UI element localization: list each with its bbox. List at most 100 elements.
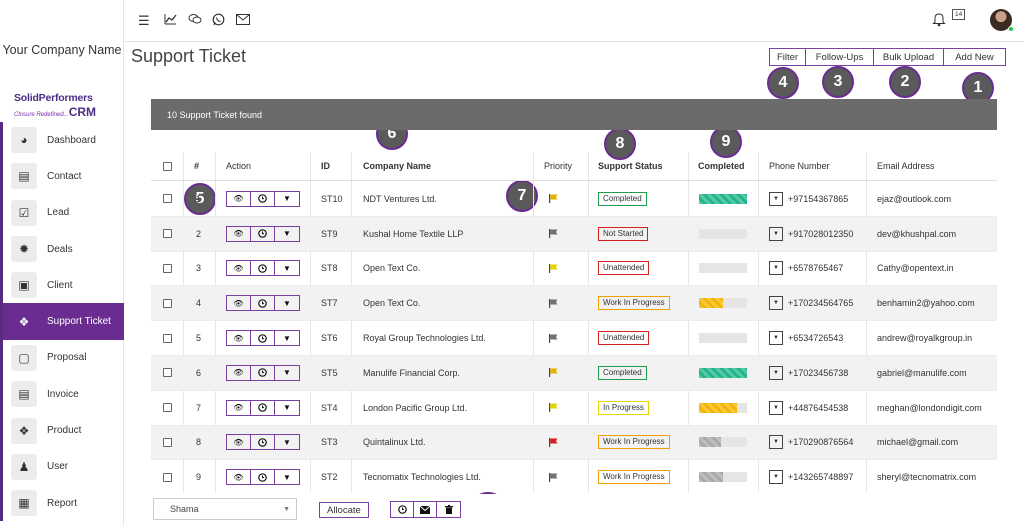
row-email[interactable]: benhamin2@yahoo.com xyxy=(877,286,975,320)
followup-clock-icon[interactable] xyxy=(251,261,275,276)
row-checkbox[interactable] xyxy=(163,182,172,216)
row-id[interactable]: ST9 xyxy=(321,217,338,251)
table-row[interactable]: 8 👁 ▼ ST3 Quintalinux Ltd. Work In Progr… xyxy=(151,425,997,461)
header-priority[interactable]: Priority xyxy=(544,161,572,171)
row-company-name[interactable]: Open Text Co. xyxy=(363,252,420,286)
row-company-name[interactable]: London Pacific Group Ltd. xyxy=(363,391,467,425)
chat-icon[interactable] xyxy=(188,13,202,28)
row-company-name[interactable]: Quintalinux Ltd. xyxy=(363,426,426,460)
row-company-name[interactable]: NDT Ventures Ltd. xyxy=(363,182,437,216)
sidebar-item-dashboard[interactable]: ◕ Dashboard xyxy=(0,122,124,159)
caret-down-icon[interactable]: ▼ xyxy=(769,261,783,276)
caret-down-icon[interactable]: ▼ xyxy=(275,470,299,484)
table-row[interactable]: 9 👁 ▼ ST2 Tecnomatix Technologies Ltd. W… xyxy=(151,460,997,496)
row-id[interactable]: ST8 xyxy=(321,252,338,286)
bulk-upload-button[interactable]: Bulk Upload xyxy=(874,48,944,66)
row-id[interactable]: ST7 xyxy=(321,286,338,320)
sidebar-item-report[interactable]: ▦ Report xyxy=(0,484,124,522)
filter-button[interactable]: Filter xyxy=(769,48,806,66)
table-row[interactable]: 5 👁 ▼ ST6 Royal Group Technologies Ltd. … xyxy=(151,321,997,356)
sidebar-item-lead[interactable]: ☑ Lead xyxy=(0,194,124,231)
row-company-name[interactable]: Kushal Home Textile LLP xyxy=(363,217,463,251)
row-id[interactable]: ST2 xyxy=(321,460,338,494)
caret-down-icon[interactable]: ▼ xyxy=(769,331,783,346)
row-id[interactable]: ST4 xyxy=(321,391,338,425)
view-eye-icon[interactable]: 👁 xyxy=(227,400,251,415)
row-id[interactable]: ST6 xyxy=(321,321,338,355)
sidebar-item-client[interactable]: ▣ Client xyxy=(0,267,124,304)
row-id[interactable]: ST3 xyxy=(321,426,338,460)
followup-clock-icon[interactable] xyxy=(391,502,414,517)
add-new-button[interactable]: Add New xyxy=(944,48,1006,66)
row-email[interactable]: meghan@londondigit.com xyxy=(877,391,982,425)
view-eye-icon[interactable]: 👁 xyxy=(227,435,251,450)
caret-down-icon[interactable]: ▼ xyxy=(769,435,783,450)
caret-down-icon[interactable]: ▼ xyxy=(275,227,299,241)
caret-down-icon[interactable]: ▼ xyxy=(769,226,783,241)
caret-down-icon[interactable]: ▼ xyxy=(769,296,783,311)
followup-clock-icon[interactable] xyxy=(251,296,275,311)
header-company-name[interactable]: Company Name xyxy=(363,161,431,171)
row-id[interactable]: ST10 xyxy=(321,182,343,216)
table-row[interactable]: 6 👁 ▼ ST5 Manulife Financial Corp. Compl… xyxy=(151,356,997,391)
header-completed[interactable]: Completed xyxy=(698,161,745,171)
row-checkbox[interactable] xyxy=(163,426,172,460)
sidebar-item-contact[interactable]: ▤ Contact xyxy=(0,158,124,195)
followup-clock-icon[interactable] xyxy=(251,470,275,485)
view-eye-icon[interactable]: 👁 xyxy=(227,296,251,311)
view-eye-icon[interactable]: 👁 xyxy=(227,331,251,346)
sidebar-item-user[interactable]: ♟ User xyxy=(0,448,124,485)
row-checkbox[interactable] xyxy=(163,391,172,425)
row-checkbox[interactable] xyxy=(163,252,172,286)
sidebar-item-support-ticket[interactable]: ❖ Support Ticket xyxy=(0,303,124,340)
sidebar-item-proposal[interactable]: ▢ Proposal xyxy=(0,339,124,377)
hamburger-menu-icon[interactable]: ☰ xyxy=(138,13,150,29)
view-eye-icon[interactable]: 👁 xyxy=(227,261,251,276)
row-email[interactable]: Cathy@opentext.in xyxy=(877,252,954,286)
sidebar-item-invoice[interactable]: ▤ Invoice xyxy=(0,376,124,413)
view-eye-icon[interactable]: 👁 xyxy=(227,226,251,241)
view-eye-icon[interactable]: 👁 xyxy=(227,191,251,206)
view-eye-icon[interactable]: 👁 xyxy=(227,470,251,485)
caret-down-icon[interactable]: ▼ xyxy=(275,366,299,380)
header-email-address[interactable]: Email Address xyxy=(877,161,935,171)
caret-down-icon[interactable]: ▼ xyxy=(769,191,783,206)
row-email[interactable]: dev@khushpal.com xyxy=(877,217,956,251)
row-email[interactable]: michael@gmail.com xyxy=(877,426,958,460)
caret-down-icon[interactable]: ▼ xyxy=(275,192,299,206)
header-support-status[interactable]: Support Status xyxy=(598,161,663,171)
notification-count-badge[interactable]: 14 xyxy=(952,9,966,20)
caret-down-icon[interactable]: ▼ xyxy=(275,435,299,449)
table-row[interactable]: 2 👁 ▼ ST9 Kushal Home Textile LLP Not St… xyxy=(151,216,997,252)
row-checkbox[interactable] xyxy=(163,321,172,355)
row-company-name[interactable]: Manulife Financial Corp. xyxy=(363,356,460,390)
view-eye-icon[interactable]: 👁 xyxy=(227,365,251,380)
table-row[interactable]: 4 👁 ▼ ST7 Open Text Co. Work In Progress… xyxy=(151,286,997,322)
allocate-button[interactable]: Allocate xyxy=(319,502,369,518)
follow-ups-button[interactable]: Follow-Ups xyxy=(806,48,874,66)
followup-clock-icon[interactable] xyxy=(251,435,275,450)
assignee-select[interactable]: Shama ▼ xyxy=(153,498,297,520)
caret-down-icon[interactable]: ▼ xyxy=(275,401,299,415)
row-id[interactable]: ST5 xyxy=(321,356,338,390)
row-email[interactable]: ejaz@outlook.com xyxy=(877,182,951,216)
table-row[interactable]: 1 👁 ▼ ST10 NDT Ventures Ltd. Completed ▼… xyxy=(151,182,997,217)
row-email[interactable]: gabriel@manulife.com xyxy=(877,356,967,390)
sidebar-item-product[interactable]: ❖ Product xyxy=(0,412,124,449)
caret-down-icon[interactable]: ▼ xyxy=(769,365,783,380)
caret-down-icon[interactable]: ▼ xyxy=(275,296,299,310)
row-email[interactable]: sheryl@tecnomatrix.com xyxy=(877,460,976,494)
row-company-name[interactable]: Royal Group Technologies Ltd. xyxy=(363,321,486,355)
mail-icon[interactable] xyxy=(414,502,437,517)
select-all-checkbox[interactable] xyxy=(163,161,172,171)
row-email[interactable]: andrew@royalkgroup.in xyxy=(877,321,972,355)
row-checkbox[interactable] xyxy=(163,460,172,494)
header-id[interactable]: ID xyxy=(321,161,330,171)
caret-down-icon[interactable]: ▼ xyxy=(275,331,299,345)
caret-down-icon[interactable]: ▼ xyxy=(769,470,783,485)
table-row[interactable]: 3 👁 ▼ ST8 Open Text Co. Unattended ▼ +65… xyxy=(151,252,997,287)
followup-clock-icon[interactable] xyxy=(251,365,275,380)
row-checkbox[interactable] xyxy=(163,356,172,390)
row-company-name[interactable]: Tecnomatix Technologies Ltd. xyxy=(363,460,481,494)
followup-clock-icon[interactable] xyxy=(251,226,275,241)
